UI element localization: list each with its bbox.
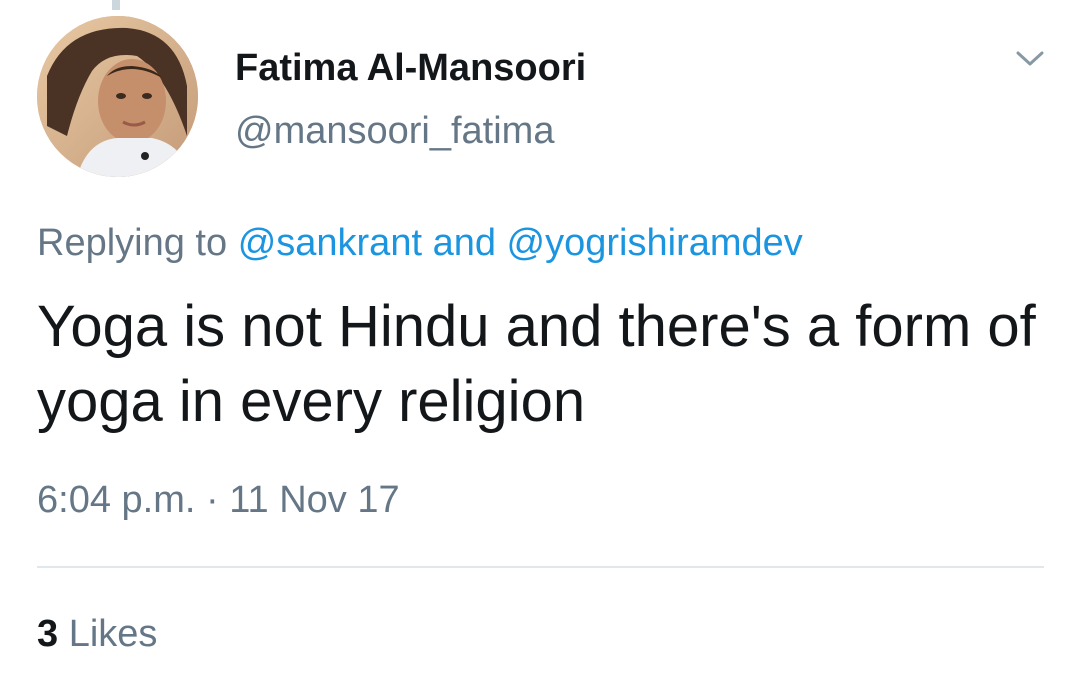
tweet-date: 11 Nov 17: [229, 479, 400, 521]
replying-to-label: Replying to: [37, 222, 228, 264]
author-handle[interactable]: @mansoori_fatima: [235, 106, 554, 156]
author-display-name[interactable]: Fatima Al-Mansoori: [235, 43, 586, 93]
tweet-time: 6:04 p.m.: [37, 479, 196, 521]
mention-link[interactable]: @yogrishiramdev: [507, 222, 803, 264]
divider: [37, 566, 1044, 568]
thread-connector-line: [112, 0, 120, 10]
likes-count: 3: [37, 613, 59, 655]
tweet-text: Yoga is not Hindu and there's a form of …: [37, 294, 1036, 434]
timestamp-separator: ·: [205, 479, 219, 521]
likes-stat[interactable]: 3 Likes: [37, 609, 157, 659]
tweet-menu-button[interactable]: [1010, 44, 1050, 74]
mention-link[interactable]: @sankrant: [238, 222, 422, 264]
likes-label: Likes: [68, 613, 158, 655]
tweet-card: Fatima Al-Mansoori @mansoori_fatima Repl…: [0, 0, 1080, 678]
chevron-down-icon: [1016, 51, 1044, 66]
avatar-photo: [37, 16, 198, 177]
tweet-timestamp[interactable]: 6:04 p.m. · 11 Nov 17: [37, 475, 400, 525]
avatar[interactable]: [37, 16, 198, 177]
replying-to-line: Replying to @sankrant and @yogrishiramde…: [37, 218, 803, 268]
mention-conjunction[interactable]: and: [433, 222, 496, 264]
